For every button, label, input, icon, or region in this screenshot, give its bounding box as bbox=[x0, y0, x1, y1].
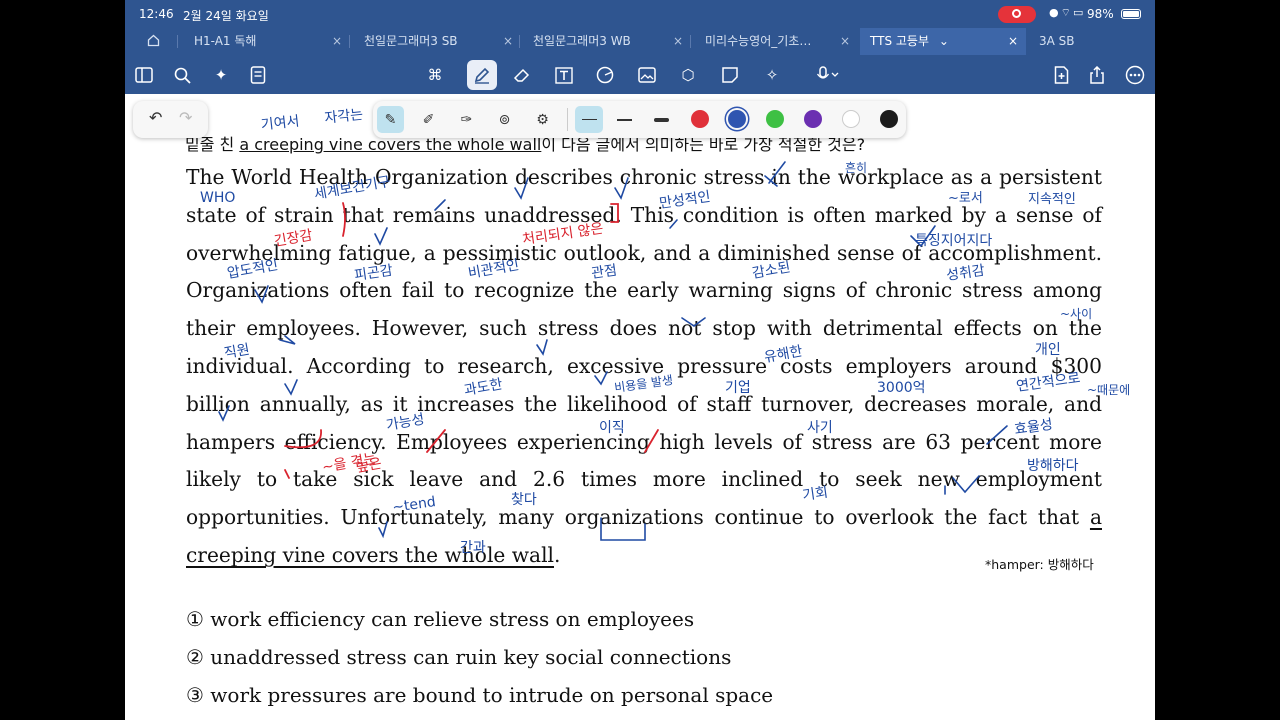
tab-label: 미리수능영어_기초… bbox=[705, 34, 812, 48]
wifi-icon: ●⌔▭ bbox=[1049, 6, 1086, 19]
color-red[interactable] bbox=[691, 110, 709, 128]
elements-icon[interactable]: ⬡ bbox=[677, 64, 699, 86]
status-time: 12:46 bbox=[139, 7, 174, 21]
status-date: 2월 24일 화요일 bbox=[183, 9, 269, 23]
tab-label: 3A SB bbox=[1039, 34, 1075, 48]
laser-pointer-icon[interactable]: ✧ bbox=[761, 64, 783, 86]
tab-divider bbox=[349, 35, 350, 48]
battery-icon bbox=[1121, 9, 1141, 19]
brush-pen-icon[interactable]: ✑ bbox=[453, 106, 480, 133]
document-list-icon[interactable] bbox=[247, 64, 269, 86]
stroke-thick[interactable] bbox=[654, 118, 669, 122]
undo-redo-bar: ↶ ↷ bbox=[133, 101, 208, 138]
app-chrome: 12:46 2월 24일 화요일 ●⌔▭ 98% H1-A1 독해 × 천일문그… bbox=[125, 0, 1155, 94]
color-blue-selected[interactable] bbox=[728, 110, 746, 128]
toolbar: ✦ ⌘ ⬡ ✧ bbox=[125, 55, 1155, 94]
option-3[interactable]: ③ work pressures are bound to intrude on… bbox=[186, 676, 773, 714]
text-box-icon[interactable] bbox=[553, 64, 575, 86]
tab-divider bbox=[519, 35, 520, 48]
pen-favorites-icon[interactable]: ⚙ bbox=[529, 106, 556, 133]
tab-label: H1-A1 독해 bbox=[194, 34, 257, 48]
color-white[interactable] bbox=[842, 110, 860, 128]
tab-label: TTS 고등부 bbox=[870, 34, 930, 48]
annotation-blue: 자각는 bbox=[324, 107, 364, 127]
tab-tts[interactable]: TTS 고등부 ⌄ × bbox=[860, 28, 1026, 55]
undo-icon[interactable]: ↶ bbox=[149, 108, 162, 127]
home-icon[interactable] bbox=[147, 34, 160, 47]
tab-mirisuneung[interactable]: 미리수능영어_기초… × bbox=[705, 28, 850, 55]
notes-app: 12:46 2월 24일 화요일 ●⌔▭ 98% H1-A1 독해 × 천일문그… bbox=[125, 0, 1155, 720]
pen-icon[interactable] bbox=[467, 60, 497, 90]
stroke-medium[interactable] bbox=[617, 119, 632, 121]
color-purple[interactable] bbox=[804, 110, 822, 128]
add-page-icon[interactable] bbox=[1050, 64, 1072, 86]
fountain-pen-icon[interactable]: ✎ bbox=[377, 106, 404, 133]
document-tabs: H1-A1 독해 × 천일문그래머3 SB × 천일문그래머3 WB × 미리수… bbox=[125, 28, 1155, 55]
color-green[interactable] bbox=[766, 110, 784, 128]
tab-3a-sb[interactable]: 3A SB bbox=[1039, 28, 1139, 55]
passage-body: The World Health Organization describes … bbox=[186, 165, 1102, 530]
close-icon[interactable]: × bbox=[332, 28, 342, 55]
ball-pen-icon[interactable]: ✐ bbox=[415, 106, 442, 133]
option-2[interactable]: ② unaddressed stress can ruin key social… bbox=[186, 638, 773, 676]
pen-settings-icon[interactable]: ⊚ bbox=[491, 106, 518, 133]
palette-divider bbox=[567, 108, 568, 131]
shapes-icon[interactable] bbox=[594, 64, 616, 86]
battery-percent: 98% bbox=[1087, 7, 1114, 21]
screen-recording-icon[interactable] bbox=[998, 6, 1036, 23]
lasso-icon[interactable]: ⌘ bbox=[424, 64, 446, 86]
sidebar-icon[interactable] bbox=[133, 64, 155, 86]
option-1[interactable]: ① work efficiency can relieve stress on … bbox=[186, 600, 773, 638]
answer-options: ① work efficiency can relieve stress on … bbox=[186, 600, 773, 714]
chevron-down-icon[interactable]: ⌄ bbox=[939, 34, 949, 48]
color-black[interactable] bbox=[880, 110, 898, 128]
tab-divider bbox=[690, 35, 691, 48]
more-options-icon[interactable] bbox=[1124, 64, 1146, 86]
passage-end: . bbox=[554, 542, 561, 567]
close-icon[interactable]: × bbox=[840, 28, 850, 55]
stroke-thin[interactable] bbox=[575, 106, 603, 133]
sticky-note-icon[interactable] bbox=[719, 64, 741, 86]
share-icon[interactable] bbox=[1086, 64, 1108, 86]
tab-label: 천일문그래머3 WB bbox=[533, 34, 631, 48]
microphone-icon[interactable] bbox=[813, 64, 843, 86]
search-icon[interactable] bbox=[171, 64, 193, 86]
close-icon[interactable]: × bbox=[673, 28, 683, 55]
tab-grammar-wb[interactable]: 천일문그래머3 WB × bbox=[533, 28, 683, 55]
close-icon[interactable]: × bbox=[1008, 28, 1018, 55]
tab-grammar-sb[interactable]: 천일문그래머3 SB × bbox=[364, 28, 513, 55]
ai-sparkle-icon[interactable]: ✦ bbox=[210, 64, 232, 86]
tab-divider bbox=[177, 35, 178, 48]
pen-palette: ✎ ✐ ✑ ⊚ ⚙ bbox=[373, 101, 906, 138]
status-bar: 12:46 2월 24일 화요일 ●⌔▭ 98% bbox=[125, 0, 1155, 28]
close-icon[interactable]: × bbox=[503, 28, 513, 55]
reading-passage: The World Health Organization describes … bbox=[186, 159, 1102, 575]
tab-h1-a1[interactable]: H1-A1 독해 × bbox=[194, 28, 342, 55]
footnote: *hamper: 방해하다 bbox=[985, 557, 1094, 572]
redo-icon[interactable]: ↷ bbox=[179, 108, 192, 127]
image-icon[interactable] bbox=[636, 64, 658, 86]
tab-label: 천일문그래머3 SB bbox=[364, 34, 458, 48]
eraser-icon[interactable] bbox=[511, 64, 533, 86]
